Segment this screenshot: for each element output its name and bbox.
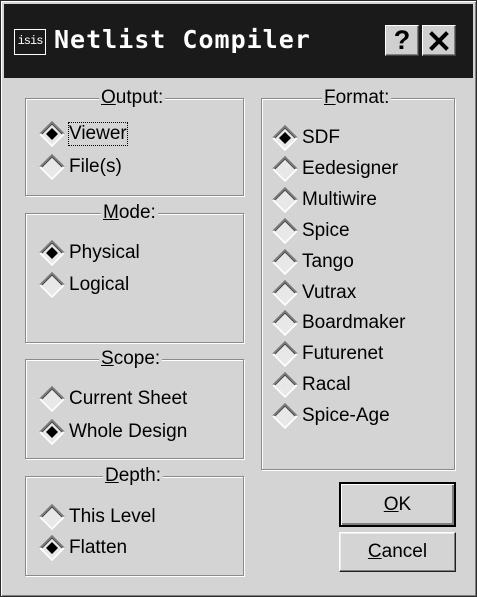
mode-physical-label: Physical bbox=[69, 242, 140, 263]
close-button[interactable] bbox=[422, 25, 456, 56]
radio-button bbox=[39, 153, 65, 181]
output-viewer-label: Viewer bbox=[68, 122, 128, 146]
format-spice-age-radio[interactable]: Spice-Age bbox=[272, 402, 390, 430]
output-group-title: Output: bbox=[99, 87, 166, 108]
radio-button bbox=[39, 271, 65, 299]
scope-whole-design-label: Whole Design bbox=[69, 421, 188, 442]
radio-button bbox=[39, 534, 65, 562]
scope-group-title: Scope: bbox=[99, 348, 163, 369]
ok-button-rest: K bbox=[398, 493, 412, 515]
radio-button bbox=[39, 120, 65, 148]
format-spice-label: Spice bbox=[302, 220, 350, 241]
depth-this-level-radio[interactable]: This Level bbox=[39, 503, 156, 531]
radio-button bbox=[272, 186, 298, 214]
scope-whole-design-radio[interactable]: Whole Design bbox=[39, 418, 188, 446]
format-futurenet-radio[interactable]: Futurenet bbox=[272, 340, 384, 368]
depth-group-title: Depth: bbox=[103, 465, 163, 486]
title-bar[interactable]: isis Netlist Compiler ? bbox=[4, 4, 473, 78]
format-racal-radio[interactable]: Racal bbox=[272, 371, 351, 399]
window-title: Netlist Compiler bbox=[54, 25, 311, 54]
radio-button bbox=[39, 239, 65, 267]
mode-logical-label: Logical bbox=[69, 274, 130, 295]
mode-group-title: Mode: bbox=[101, 202, 158, 223]
format-spice-age-label: Spice-Age bbox=[302, 405, 390, 426]
radio-button bbox=[39, 385, 65, 413]
format-multiwire-radio[interactable]: Multiwire bbox=[272, 186, 377, 214]
format-boardmaker-label: Boardmaker bbox=[302, 312, 406, 333]
output-viewer-radio[interactable]: Viewer bbox=[39, 120, 128, 148]
format-multiwire-label: Multiwire bbox=[302, 189, 377, 210]
depth-flatten-label: Flatten bbox=[69, 537, 128, 558]
radio-button bbox=[39, 418, 65, 446]
radio-button bbox=[272, 309, 298, 337]
format-boardmaker-radio[interactable]: Boardmaker bbox=[272, 309, 406, 337]
format-racal-label: Racal bbox=[302, 374, 351, 395]
format-eedesigner-label: Eedesigner bbox=[302, 158, 399, 179]
format-sdf-radio[interactable]: SDF bbox=[272, 124, 340, 152]
format-tango-radio[interactable]: Tango bbox=[272, 248, 354, 276]
format-vutrax-radio[interactable]: Vutrax bbox=[272, 279, 357, 307]
format-futurenet-label: Futurenet bbox=[302, 343, 384, 364]
scope-current-sheet-radio[interactable]: Current Sheet bbox=[39, 385, 188, 413]
radio-button bbox=[272, 340, 298, 368]
close-icon bbox=[429, 30, 449, 51]
ok-button-label: OK bbox=[383, 493, 412, 515]
cancel-button-label: Cancel bbox=[367, 541, 428, 562]
format-vutrax-label: Vutrax bbox=[302, 282, 357, 303]
ok-button[interactable]: OK bbox=[339, 482, 456, 527]
help-icon: ? bbox=[393, 25, 411, 55]
output-files-label: File(s) bbox=[69, 156, 122, 177]
format-spice-radio[interactable]: Spice bbox=[272, 217, 350, 245]
radio-button bbox=[272, 279, 298, 307]
depth-flatten-radio[interactable]: Flatten bbox=[39, 534, 128, 562]
output-files-radio[interactable]: File(s) bbox=[39, 153, 122, 181]
format-tango-label: Tango bbox=[302, 251, 354, 272]
cancel-button[interactable]: Cancel bbox=[339, 532, 456, 572]
radio-button bbox=[272, 155, 298, 183]
help-button[interactable]: ? bbox=[385, 25, 419, 56]
mode-logical-radio[interactable]: Logical bbox=[39, 271, 130, 299]
radio-button bbox=[272, 402, 298, 430]
radio-button bbox=[272, 248, 298, 276]
cancel-button-rest: ancel bbox=[381, 541, 428, 562]
mode-physical-radio[interactable]: Physical bbox=[39, 239, 140, 267]
radio-button bbox=[39, 503, 65, 531]
radio-button bbox=[272, 371, 298, 399]
format-group-title: Format: bbox=[322, 87, 392, 108]
format-eedesigner-radio[interactable]: Eedesigner bbox=[272, 155, 399, 183]
format-sdf-label: SDF bbox=[302, 127, 340, 148]
radio-button bbox=[272, 124, 298, 152]
isis-app-icon: isis bbox=[14, 29, 46, 55]
scope-current-sheet-label: Current Sheet bbox=[69, 388, 188, 409]
radio-button bbox=[272, 217, 298, 245]
depth-this-level-label: This Level bbox=[69, 506, 156, 527]
netlist-compiler-dialog: isis Netlist Compiler ? Output: Viewer F… bbox=[0, 0, 477, 597]
